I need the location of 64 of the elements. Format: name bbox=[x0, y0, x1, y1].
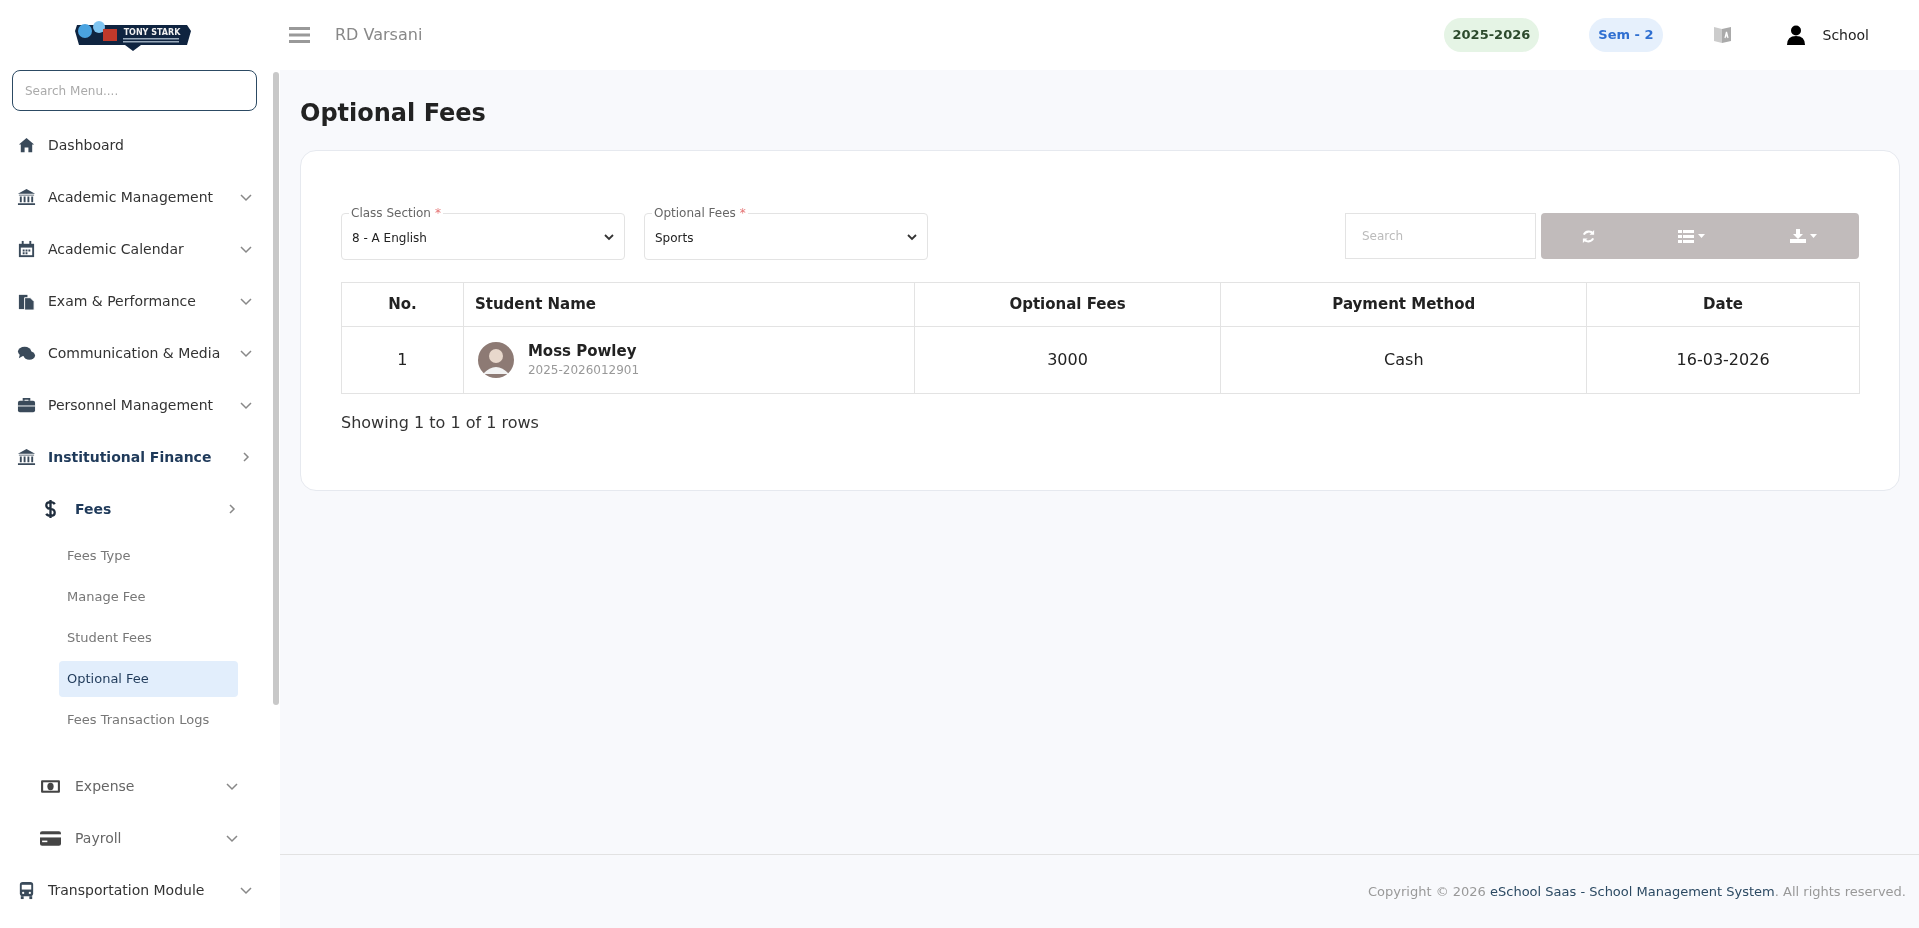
table-cell: 1 bbox=[341, 326, 464, 394]
table-cell: 3000 bbox=[914, 326, 1221, 394]
chevron-down-icon bbox=[240, 399, 252, 411]
pagination-summary: Showing 1 to 1 of 1 rows bbox=[341, 412, 540, 434]
sidebar-item[interactable]: Academic Calendar bbox=[0, 223, 260, 275]
sidebar-item[interactable]: Transportation Module bbox=[0, 864, 260, 916]
column-header[interactable]: No. bbox=[341, 282, 464, 327]
refresh-icon bbox=[1580, 228, 1596, 244]
menu-icon[interactable] bbox=[289, 26, 310, 44]
column-header[interactable]: Optional Fees bbox=[914, 282, 1221, 327]
home-icon bbox=[17, 135, 36, 155]
sidebar-item[interactable]: Institutional Finance bbox=[0, 431, 260, 483]
page-title: Optional Fees bbox=[300, 98, 487, 129]
user-name: RD Varsani bbox=[335, 24, 423, 46]
admission-number: 2025-2026012901 bbox=[527, 361, 640, 379]
sidebar-link[interactable]: Manage Fee bbox=[59, 578, 238, 615]
chevron-down-icon bbox=[240, 295, 252, 307]
sidebar-link[interactable]: Student Fees bbox=[59, 619, 238, 656]
sidebar-link[interactable]: Fees Type bbox=[59, 537, 238, 574]
column-header[interactable]: Student Name bbox=[463, 282, 915, 327]
chevron-down-icon bbox=[240, 191, 252, 203]
column-header[interactable]: Date bbox=[1586, 282, 1860, 327]
chevron-down-icon bbox=[226, 832, 238, 844]
user-icon[interactable] bbox=[1786, 25, 1805, 45]
translate-icon[interactable] bbox=[1712, 25, 1732, 45]
sidebar-item[interactable]: Dashboard bbox=[0, 119, 260, 171]
chevron-right-icon bbox=[240, 451, 252, 463]
bank-icon bbox=[17, 447, 36, 467]
semester-badge[interactable]: Sem - 2 bbox=[1589, 18, 1663, 52]
briefcase-icon bbox=[17, 395, 36, 415]
caret-icon bbox=[1809, 234, 1817, 238]
chevron-down-icon bbox=[907, 234, 917, 241]
search-menu-field[interactable]: Search Menu.... bbox=[12, 70, 257, 111]
sidebar-subitem[interactable]: Fees bbox=[0, 483, 260, 535]
footer-link[interactable]: eSchool Saas - School Management System bbox=[1490, 883, 1775, 899]
table-cell: Cash bbox=[1220, 326, 1587, 394]
list-icon bbox=[1677, 229, 1694, 243]
sidebar-subitem[interactable]: Expense bbox=[0, 760, 260, 812]
caret-icon bbox=[1697, 234, 1705, 238]
search-field[interactable]: Search bbox=[1345, 213, 1536, 259]
chevron-right-icon bbox=[226, 503, 238, 515]
chevron-down-icon bbox=[240, 884, 252, 896]
calendar-icon bbox=[17, 239, 36, 259]
column-header[interactable]: Payment Method bbox=[1220, 282, 1587, 327]
sidebar-subitem[interactable]: Payroll bbox=[0, 812, 260, 864]
session-badge[interactable]: 2025-2026 bbox=[1443, 18, 1540, 52]
chevron-down-icon bbox=[604, 234, 614, 241]
student-name: Moss Powley bbox=[527, 341, 638, 361]
chevron-down-icon bbox=[240, 243, 252, 255]
sidebar-item[interactable]: Communication & Media bbox=[0, 327, 260, 379]
bank-icon bbox=[17, 187, 36, 207]
download-icon bbox=[1789, 229, 1806, 243]
sidebar-link[interactable]: Optional Fee bbox=[59, 660, 238, 697]
sidebar-item[interactable]: Academic Management bbox=[0, 171, 260, 223]
sidebar-item[interactable]: Personnel Management bbox=[0, 379, 260, 431]
account-name[interactable]: School bbox=[1822, 24, 1869, 46]
chevron-down-icon bbox=[226, 780, 238, 792]
table-cell: 16-03-2026 bbox=[1586, 326, 1860, 394]
sidebar-link[interactable]: Fees Transaction Logs bbox=[59, 701, 238, 738]
copyright-text: Copyright © 2026 eSchool Saas - School Management System. All rights reserved. bbox=[1368, 882, 1906, 901]
chevron-down-icon bbox=[240, 347, 252, 359]
bus-icon bbox=[17, 880, 36, 900]
avatar bbox=[477, 342, 514, 378]
sidebar-item[interactable]: Exam & Performance bbox=[0, 275, 260, 327]
